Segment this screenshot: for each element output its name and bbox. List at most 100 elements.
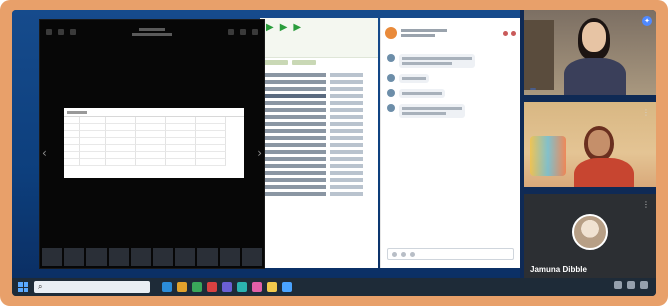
file-row[interactable] bbox=[263, 121, 375, 126]
rotate-icon[interactable] bbox=[70, 29, 76, 35]
taskbar-search[interactable]: ⌕ bbox=[34, 281, 150, 293]
thumbnail[interactable] bbox=[153, 248, 174, 266]
avatar bbox=[387, 89, 395, 97]
close-icon[interactable] bbox=[252, 29, 258, 35]
participant-video-3[interactable]: ⋮ Jamuna Dibble bbox=[524, 194, 656, 279]
taskbar-app-icon[interactable] bbox=[192, 282, 202, 292]
file-row[interactable] bbox=[263, 163, 375, 168]
play-button-1[interactable]: ▶ bbox=[266, 22, 274, 53]
chat-title bbox=[401, 29, 447, 37]
thumbnail-strip bbox=[40, 246, 264, 268]
file-date bbox=[329, 170, 364, 175]
file-row[interactable] bbox=[263, 86, 375, 91]
file-row[interactable] bbox=[263, 72, 375, 77]
taskbar-apps bbox=[162, 282, 292, 292]
file-row[interactable] bbox=[263, 191, 375, 196]
table-cell bbox=[64, 145, 80, 152]
tray-icon[interactable] bbox=[640, 281, 648, 289]
participant-face bbox=[582, 22, 606, 52]
file-date bbox=[329, 184, 364, 189]
pin-icon[interactable]: ✦ bbox=[642, 16, 652, 26]
thumbnail[interactable] bbox=[241, 248, 263, 266]
file-row[interactable] bbox=[263, 177, 375, 182]
tray-icon[interactable] bbox=[614, 281, 622, 289]
taskbar-app-icon[interactable] bbox=[237, 282, 247, 292]
send-icon[interactable] bbox=[410, 251, 415, 257]
file-row[interactable] bbox=[263, 142, 375, 147]
more-icon[interactable]: ⋮ bbox=[642, 200, 650, 209]
thumbnail[interactable] bbox=[130, 248, 152, 266]
chevron-left-icon[interactable]: ‹ bbox=[42, 146, 47, 160]
call-icon[interactable] bbox=[503, 30, 508, 36]
file-row[interactable] bbox=[263, 170, 375, 175]
maximize-icon[interactable] bbox=[240, 29, 246, 35]
file-row[interactable] bbox=[263, 156, 375, 161]
taskbar-app-icon[interactable] bbox=[267, 282, 277, 292]
thumbnail[interactable] bbox=[197, 248, 218, 266]
taskbar-app-icon[interactable] bbox=[252, 282, 262, 292]
thumbnail[interactable] bbox=[219, 248, 240, 266]
zoom-icon[interactable] bbox=[58, 29, 64, 35]
file-date bbox=[329, 100, 364, 105]
participant-body bbox=[574, 158, 634, 187]
taskbar-app-icon[interactable] bbox=[207, 282, 217, 292]
file-row[interactable] bbox=[263, 79, 375, 84]
chevron-right-icon[interactable]: › bbox=[257, 146, 262, 160]
file-name bbox=[263, 170, 326, 175]
file-name bbox=[263, 79, 326, 84]
thumbnail[interactable] bbox=[86, 248, 107, 266]
breadcrumb[interactable] bbox=[260, 58, 378, 68]
file-date bbox=[329, 93, 364, 98]
table-cell bbox=[166, 138, 196, 145]
breadcrumb-segment bbox=[292, 60, 316, 65]
back-icon[interactable] bbox=[46, 29, 52, 35]
more-icon[interactable]: ⋮ bbox=[642, 108, 650, 117]
play-button-2[interactable]: ▶ bbox=[280, 22, 288, 53]
thumbnail[interactable] bbox=[64, 248, 85, 266]
participant-video-2[interactable]: ⋮ bbox=[524, 102, 656, 187]
taskbar-app-icon[interactable] bbox=[162, 282, 172, 292]
file-row[interactable] bbox=[263, 184, 375, 189]
tray-icon[interactable] bbox=[627, 281, 635, 289]
file-row-selected[interactable] bbox=[263, 93, 375, 98]
thumbnail[interactable] bbox=[42, 248, 63, 266]
file-row[interactable] bbox=[263, 114, 375, 119]
message-input[interactable] bbox=[387, 248, 514, 260]
minimize-icon[interactable] bbox=[228, 29, 234, 35]
file-date bbox=[329, 142, 364, 147]
attach-icon[interactable] bbox=[392, 251, 397, 257]
participant-video-1[interactable]: ✦ bbox=[524, 10, 656, 95]
table-cell bbox=[196, 145, 226, 152]
file-name bbox=[263, 72, 326, 77]
table-cell bbox=[136, 131, 166, 138]
windows-start-icon[interactable] bbox=[18, 282, 28, 292]
file-name bbox=[263, 184, 326, 189]
taskbar-app-icon[interactable] bbox=[282, 282, 292, 292]
table-title bbox=[64, 108, 244, 117]
file-date bbox=[329, 191, 364, 196]
file-row[interactable] bbox=[263, 149, 375, 154]
file-date bbox=[329, 121, 364, 126]
table-cell bbox=[196, 131, 226, 138]
emoji-icon[interactable] bbox=[401, 251, 406, 257]
thumbnail[interactable] bbox=[108, 248, 129, 266]
thumbnail[interactable] bbox=[175, 248, 196, 266]
table-header-cell bbox=[166, 117, 196, 124]
image-viewer-window: ‹ › bbox=[40, 20, 264, 268]
file-name bbox=[263, 93, 326, 98]
taskbar-app-icon[interactable] bbox=[177, 282, 187, 292]
table-cell bbox=[80, 145, 106, 152]
chat-header bbox=[381, 18, 520, 48]
table-cell bbox=[166, 152, 196, 159]
file-row[interactable] bbox=[263, 100, 375, 105]
table-grid bbox=[64, 117, 244, 166]
file-row[interactable] bbox=[263, 107, 375, 112]
file-row[interactable] bbox=[263, 128, 375, 133]
close-icon[interactable] bbox=[511, 30, 516, 36]
taskbar-app-icon[interactable] bbox=[222, 282, 232, 292]
chat-header-actions bbox=[503, 30, 516, 36]
play-button-3[interactable]: ▶ bbox=[293, 22, 301, 53]
file-row[interactable] bbox=[263, 135, 375, 140]
table-cell bbox=[106, 145, 136, 152]
file-name bbox=[263, 191, 326, 196]
